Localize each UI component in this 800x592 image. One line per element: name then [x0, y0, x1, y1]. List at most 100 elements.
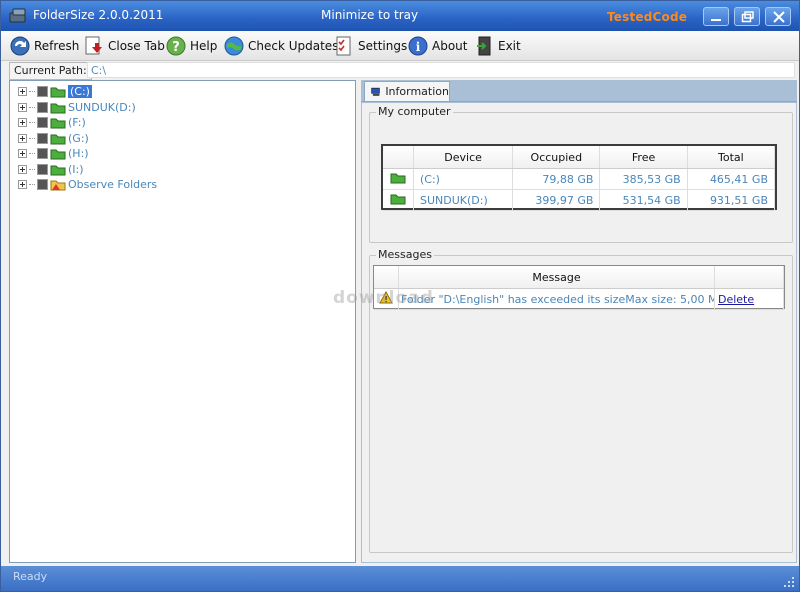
messages-table[interactable]: Message Folder "D:\English" has exceeded… [373, 265, 785, 310]
brand-logo: TestedCode [607, 10, 688, 24]
information-content: My computer Device Occupied Free Total (… [361, 102, 797, 563]
tab-information[interactable]: Information [364, 81, 450, 101]
message-icon-column-header [374, 266, 399, 289]
tree-item[interactable]: (I:) [18, 162, 84, 177]
toolbar: Refresh Close Tab ? Help Check Updates S… [1, 31, 799, 61]
tree-checkbox[interactable] [37, 163, 48, 175]
device-column-header[interactable]: Device [413, 146, 514, 169]
messages-title: Messages [376, 248, 434, 261]
refresh-button[interactable]: Refresh [9, 34, 79, 58]
tree-item-label: (C:) [68, 85, 92, 98]
maximize-button[interactable] [734, 7, 760, 26]
resize-grip-icon[interactable] [783, 576, 795, 588]
table-row[interactable]: (C:) 79,88 GB 385,53 GB 465,41 GB [383, 168, 776, 190]
tree-connector [29, 137, 35, 139]
window-title: FolderSize 2.0.0.2011 [33, 8, 164, 22]
tree-checkbox[interactable] [37, 148, 48, 159]
tree-item-label: (H:) [68, 147, 89, 160]
tree-item[interactable]: SUNDUK(D:) [18, 100, 136, 115]
my-computer-group: My computer Device Occupied Free Total (… [369, 105, 793, 243]
tree-checkbox[interactable] [37, 179, 48, 190]
total-column-header[interactable]: Total [687, 146, 776, 169]
drive-folder-icon [50, 87, 66, 98]
expand-toggle[interactable] [18, 180, 27, 189]
table-row[interactable]: Folder "D:\English" has exceeded its siz… [374, 288, 784, 310]
title-bar[interactable]: FolderSize 2.0.0.2011 Minimize to tray T… [1, 1, 799, 31]
occupied-cell: 79,88 GB [512, 168, 601, 190]
close-button[interactable] [765, 7, 791, 26]
occupied-column-header[interactable]: Occupied [512, 146, 601, 169]
watermark: download [333, 288, 434, 308]
tree-checkbox[interactable] [37, 86, 48, 97]
tree-item-label: (G:) [68, 131, 89, 145]
tree-connector [29, 106, 35, 108]
exit-label: Exit [498, 39, 521, 53]
tree-checkbox[interactable] [37, 117, 48, 128]
tree-item[interactable]: (G:) [18, 131, 89, 146]
drive-folder-icon [50, 118, 66, 129]
close-tab-label: Close Tab [108, 39, 165, 53]
help-label: Help [190, 39, 218, 53]
tree-item-label: Observe Folders [68, 178, 158, 191]
free-cell: 531,54 GB [599, 189, 688, 211]
tree-connector [29, 91, 35, 92]
tree-item-label: (I:) [68, 162, 84, 176]
table-row[interactable]: SUNDUK(D:) 399,97 GB 531,54 GB 931,51 GB [383, 189, 776, 211]
path-bar: Current Path: C:\ [1, 61, 799, 80]
svg-text:?: ? [172, 40, 180, 55]
total-cell: 931,51 GB [687, 189, 776, 211]
drive-folder-icon [50, 149, 66, 160]
minimize-button[interactable] [703, 7, 729, 26]
drive-folder-icon [50, 134, 66, 144]
help-icon: ? [166, 36, 186, 56]
message-column-header[interactable]: Message [398, 266, 715, 289]
check-updates-button[interactable]: Check Updates [223, 34, 338, 58]
close-tab-icon [85, 36, 102, 55]
tree-item[interactable]: (H:) [18, 146, 89, 161]
tree-item[interactable]: Observe Folders [18, 177, 157, 192]
drive-folder-icon [383, 168, 414, 190]
occupied-cell: 399,97 GB [512, 189, 601, 211]
drive-folder-icon [50, 165, 66, 175]
free-column-header[interactable]: Free [599, 146, 688, 169]
about-button[interactable]: i About [407, 34, 467, 58]
expand-toggle[interactable] [18, 149, 27, 158]
device-cell: SUNDUK(D:) [413, 189, 514, 211]
message-text-cell: Folder "D:\English" has exceeded its siz… [398, 288, 715, 310]
expand-toggle[interactable] [18, 133, 27, 143]
minimize-to-tray-label[interactable]: Minimize to tray [321, 8, 418, 22]
refresh-icon [10, 36, 30, 56]
help-button[interactable]: ? Help [165, 34, 217, 58]
right-panel: Information My computer Device Occupied … [361, 80, 797, 563]
drives-table[interactable]: Device Occupied Free Total (C:) 79,88 GB [381, 144, 777, 211]
folder-tree[interactable]: (C:) SUNDUK(D:) (F:) (G:) (H:) (I:) Observe Fo… [9, 80, 356, 563]
tree-connector [29, 168, 35, 170]
info-icon: i [408, 36, 428, 56]
expand-toggle[interactable] [18, 87, 27, 96]
drive-folder-icon [50, 103, 66, 113]
exit-button[interactable]: Exit [475, 34, 521, 58]
about-label: About [432, 39, 468, 53]
tree-checkbox[interactable] [37, 101, 48, 113]
expand-toggle[interactable] [18, 118, 27, 127]
app-window: FolderSize 2.0.0.2011 Minimize to tray T… [0, 0, 800, 592]
action-column-header [714, 266, 784, 289]
messages-header-row: Message [374, 266, 784, 289]
restore-icon [741, 11, 754, 23]
tree-checkbox[interactable] [37, 132, 48, 144]
tree-item[interactable]: (F:) [18, 115, 86, 130]
message-action-cell: Delete [714, 288, 784, 310]
computer-icon [371, 87, 380, 96]
icon-column-header [383, 146, 414, 169]
expand-toggle[interactable] [18, 164, 27, 174]
settings-label: Settings [358, 39, 408, 53]
current-path-field[interactable]: C:\ [87, 62, 795, 78]
tree-item-label: (F:) [68, 116, 86, 129]
close-tab-button[interactable]: Close Tab [83, 34, 165, 58]
settings-button[interactable]: Settings [333, 34, 407, 58]
expand-toggle[interactable] [18, 102, 27, 112]
globe-icon [224, 36, 244, 56]
delete-link[interactable]: Delete [718, 293, 754, 306]
current-path-label: Current Path: [9, 62, 92, 80]
tree-item[interactable]: (C:) [18, 84, 92, 99]
